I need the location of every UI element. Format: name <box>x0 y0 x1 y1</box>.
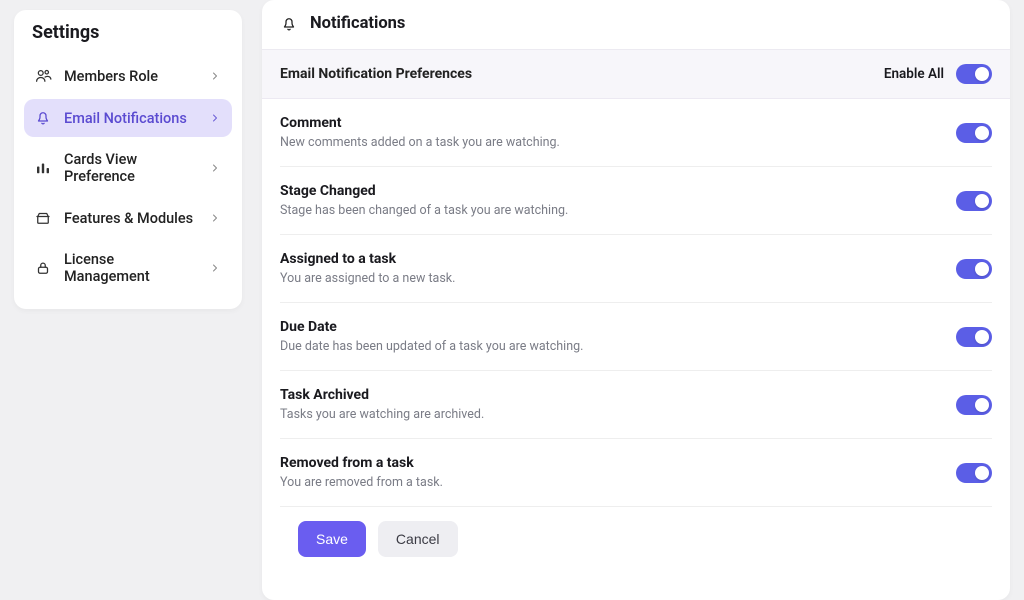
sidebar-item-license-management[interactable]: License Management <box>24 241 232 295</box>
pref-desc: Tasks you are watching are archived. <box>280 407 940 422</box>
section-title: Email Notification Preferences <box>280 66 884 82</box>
pref-row-task-archived: Task Archived Tasks you are watching are… <box>280 371 992 439</box>
pref-title: Removed from a task <box>280 455 940 471</box>
pref-desc: Stage has been changed of a task you are… <box>280 203 940 218</box>
pref-toggle-removed[interactable] <box>956 463 992 483</box>
enable-all-toggle[interactable] <box>956 64 992 84</box>
sidebar-item-members-role[interactable]: Members Role <box>24 57 232 95</box>
chevron-right-icon <box>208 69 222 83</box>
sidebar-item-label: Features & Modules <box>64 210 196 227</box>
chevron-right-icon <box>208 111 222 125</box>
sidebar-item-label: Cards View Preference <box>64 151 196 185</box>
preferences-subheader: Email Notification Preferences Enable Al… <box>262 50 1010 99</box>
sidebar-item-email-notifications[interactable]: Email Notifications <box>24 99 232 137</box>
sidebar-title: Settings <box>24 18 232 57</box>
pref-row-assigned: Assigned to a task You are assigned to a… <box>280 235 992 303</box>
chevron-right-icon <box>208 261 222 275</box>
pref-desc: You are removed from a task. <box>280 475 940 490</box>
preferences-list: Comment New comments added on a task you… <box>262 99 1010 587</box>
sidebar-item-cards-view-preference[interactable]: Cards View Preference <box>24 141 232 195</box>
form-actions: Save Cancel <box>280 507 992 575</box>
pref-desc: Due date has been updated of a task you … <box>280 339 940 354</box>
enable-all-label: Enable All <box>884 66 944 82</box>
pref-row-due-date: Due Date Due date has been updated of a … <box>280 303 992 371</box>
notifications-panel: Notifications Email Notification Prefere… <box>262 0 1010 600</box>
panel-title: Notifications <box>310 14 405 33</box>
pref-title: Stage Changed <box>280 183 940 199</box>
pref-toggle-comment[interactable] <box>956 123 992 143</box>
pref-toggle-assigned[interactable] <box>956 259 992 279</box>
chevron-right-icon <box>208 211 222 225</box>
panel-header: Notifications <box>262 0 1010 50</box>
pref-row-stage-changed: Stage Changed Stage has been changed of … <box>280 167 992 235</box>
members-icon <box>34 67 52 85</box>
pref-toggle-stage-changed[interactable] <box>956 191 992 211</box>
pref-title: Task Archived <box>280 387 940 403</box>
pref-title: Comment <box>280 115 940 131</box>
sidebar-item-label: Email Notifications <box>64 110 196 127</box>
chevron-right-icon <box>208 161 222 175</box>
pref-toggle-task-archived[interactable] <box>956 395 992 415</box>
sidebar-item-features-modules[interactable]: Features & Modules <box>24 199 232 237</box>
modules-icon <box>34 209 52 227</box>
pref-toggle-due-date[interactable] <box>956 327 992 347</box>
cancel-button[interactable]: Cancel <box>378 521 458 557</box>
save-button[interactable]: Save <box>298 521 366 557</box>
sidebar-item-label: Members Role <box>64 68 196 85</box>
lock-icon <box>34 259 52 277</box>
pref-desc: You are assigned to a new task. <box>280 271 940 286</box>
pref-desc: New comments added on a task you are wat… <box>280 135 940 150</box>
pref-row-removed: Removed from a task You are removed from… <box>280 439 992 507</box>
pref-title: Assigned to a task <box>280 251 940 267</box>
pref-row-comment: Comment New comments added on a task you… <box>280 99 992 167</box>
sidebar-item-label: License Management <box>64 251 196 285</box>
main-content: Notifications Email Notification Prefere… <box>254 0 1024 600</box>
pref-title: Due Date <box>280 319 940 335</box>
bell-icon <box>34 109 52 127</box>
bell-icon <box>280 15 298 33</box>
settings-sidebar: Settings Members Role Email Notification… <box>0 0 254 600</box>
bars-icon <box>34 159 52 177</box>
